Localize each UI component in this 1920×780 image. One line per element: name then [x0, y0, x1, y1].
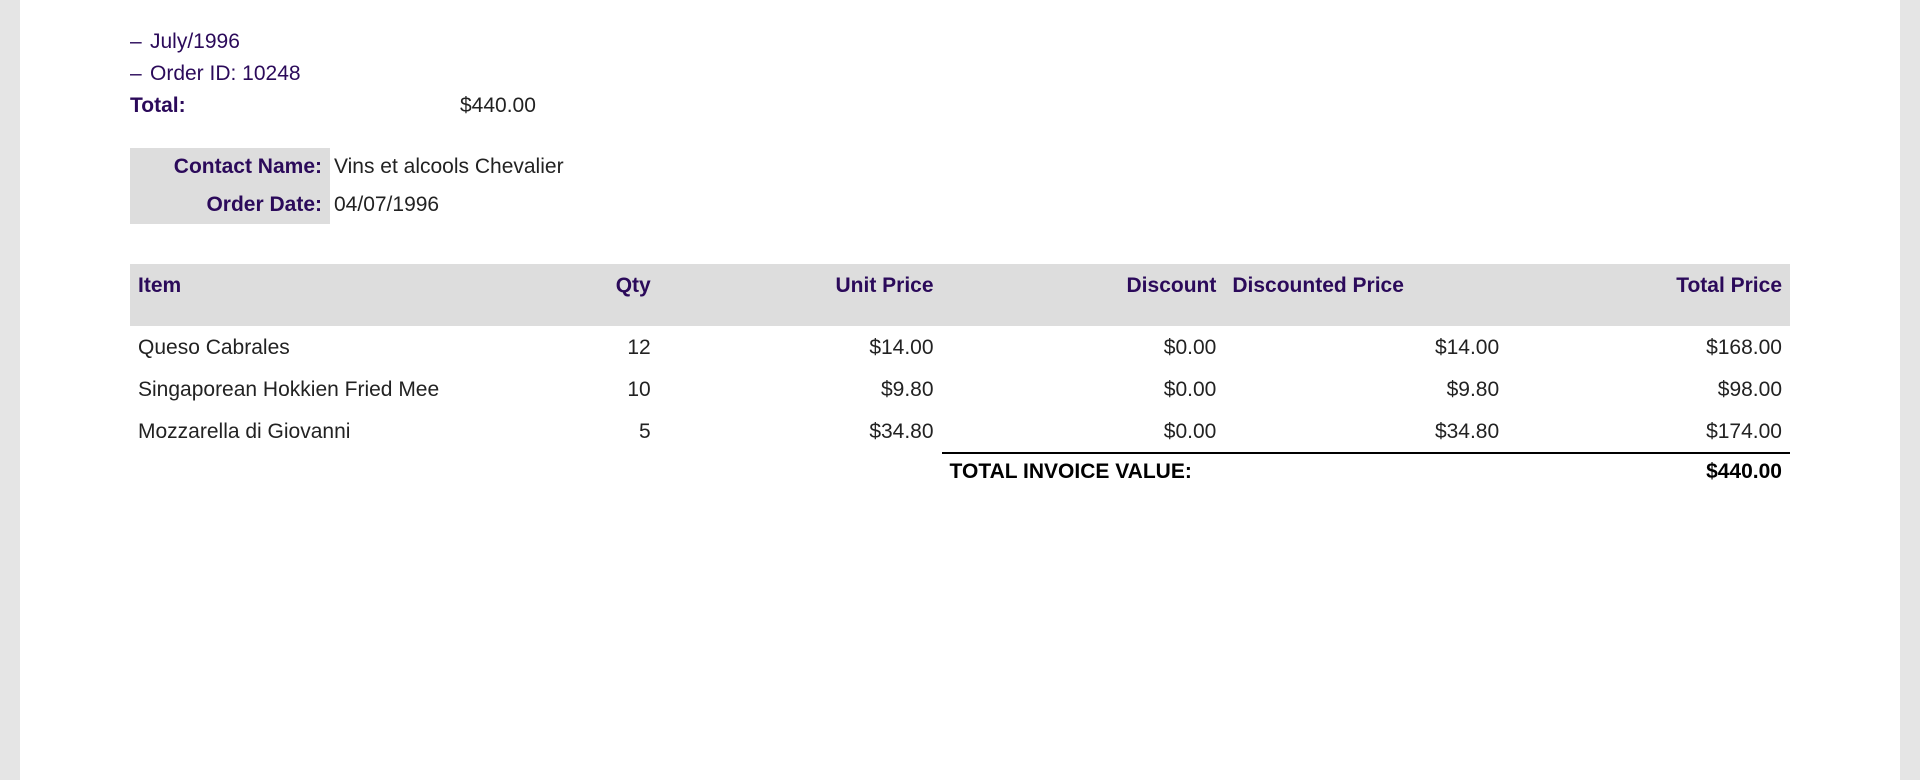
header-item: Item	[130, 264, 462, 326]
line-items-table: Item Qty Unit Price Discount Discounted …	[130, 264, 1790, 492]
cell-discounted-price: $14.00	[1224, 326, 1507, 368]
month-link[interactable]: July/1996	[150, 30, 240, 54]
table-header-row: Item Qty Unit Price Discount Discounted …	[130, 264, 1790, 326]
cell-discounted-price: $9.80	[1224, 368, 1507, 410]
cell-qty: 10	[462, 368, 659, 410]
tree-node-order[interactable]: – Order ID: 10248	[130, 62, 1790, 86]
cell-total-price: $168.00	[1507, 326, 1790, 368]
contact-name-label: Contact Name:	[130, 148, 330, 186]
order-info-block: Contact Name: Vins et alcools Chevalier …	[130, 148, 1790, 224]
cell-discount: $0.00	[942, 326, 1225, 368]
summary-total-label: Total:	[130, 94, 460, 118]
tree-node-month[interactable]: – July/1996	[130, 30, 1790, 54]
total-invoice-value: $440.00	[1507, 453, 1790, 492]
total-invoice-row: TOTAL INVOICE VALUE: $440.00	[130, 453, 1790, 492]
cell-item: Queso Cabrales	[130, 326, 462, 368]
table-row: Queso Cabrales 12 $14.00 $0.00 $14.00 $1…	[130, 326, 1790, 368]
cell-discount: $0.00	[942, 368, 1225, 410]
cell-total-price: $98.00	[1507, 368, 1790, 410]
table-row: Singaporean Hokkien Fried Mee 10 $9.80 $…	[130, 368, 1790, 410]
cell-total-price: $174.00	[1507, 410, 1790, 453]
collapse-icon[interactable]: –	[130, 30, 150, 54]
contact-row: Contact Name: Vins et alcools Chevalier	[130, 148, 1790, 186]
cell-item: Singaporean Hokkien Fried Mee	[130, 368, 462, 410]
cell-unit-price: $34.80	[659, 410, 942, 453]
header-unit-price: Unit Price	[659, 264, 942, 326]
cell-discounted-price: $34.80	[1224, 410, 1507, 453]
cell-qty: 12	[462, 326, 659, 368]
cell-item: Mozzarella di Giovanni	[130, 410, 462, 453]
header-total-price: Total Price	[1507, 264, 1790, 326]
collapse-icon[interactable]: –	[130, 62, 150, 86]
header-discount: Discount	[942, 264, 1225, 326]
contact-name-value: Vins et alcools Chevalier	[330, 148, 564, 186]
order-date-row: Order Date: 04/07/1996	[130, 186, 1790, 224]
cell-qty: 5	[462, 410, 659, 453]
order-date-value: 04/07/1996	[330, 186, 439, 224]
cell-unit-price: $9.80	[659, 368, 942, 410]
summary-total-row: Total: $440.00	[130, 94, 1790, 118]
cell-discount: $0.00	[942, 410, 1225, 453]
total-invoice-label: TOTAL INVOICE VALUE:	[942, 453, 1508, 492]
header-discounted-price: Discounted Price	[1224, 264, 1507, 326]
invoice-page: – July/1996 – Order ID: 10248 Total: $44…	[20, 0, 1900, 780]
header-qty: Qty	[462, 264, 659, 326]
order-date-label: Order Date:	[130, 186, 330, 224]
table-row: Mozzarella di Giovanni 5 $34.80 $0.00 $3…	[130, 410, 1790, 453]
order-link[interactable]: Order ID: 10248	[150, 62, 301, 86]
summary-total-value: $440.00	[460, 94, 536, 118]
cell-unit-price: $14.00	[659, 326, 942, 368]
